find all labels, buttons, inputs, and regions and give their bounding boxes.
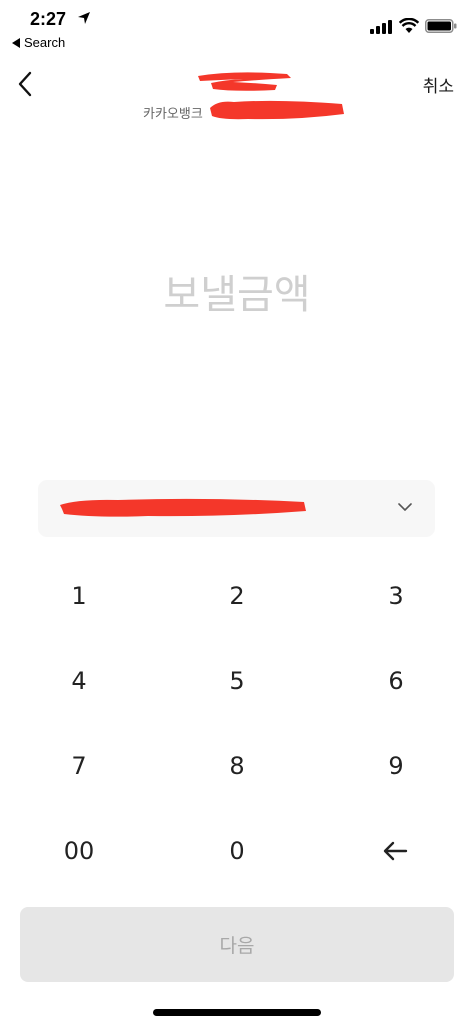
recipient-account-redaction [210,100,344,120]
keypad-key[interactable]: 0 [177,816,297,886]
keypad-key[interactable]: 8 [177,731,297,801]
account-redaction [60,498,306,517]
next-button[interactable]: 다음 [20,907,454,982]
recipient-bank-label: 카카오뱅크 [143,107,203,122]
keypad-key[interactable]: 1 [19,561,139,631]
status-bar: 2:27 Search [0,0,474,58]
chevron-down-icon [398,503,412,511]
keypad-key[interactable]: 9 [336,731,456,801]
keypad-key[interactable]: 3 [336,561,456,631]
back-chevron-icon[interactable] [12,66,42,102]
withdrawal-account-selector[interactable] [38,480,435,537]
keypad-key[interactable]: 2 [177,561,297,631]
keypad-key[interactable]: 7 [19,731,139,801]
recipient-name-redaction [198,72,291,91]
keypad-key[interactable]: 4 [19,646,139,716]
cancel-button[interactable]: 취소 [423,72,454,97]
keypad-key[interactable]: 00 [19,816,139,886]
transfer-amount-screen: 2:27 Search 취소 카카오뱅크 보낼금액 1 2 3 4 5 6 7 … [0,0,474,1026]
cellular-signal-icon [370,20,392,34]
amount-display: 보낼금액 [163,272,311,318]
location-arrow-icon [78,12,90,24]
keypad-key[interactable]: 6 [336,646,456,716]
battery-icon [425,19,457,33]
status-time: 2:27 [30,9,67,29]
backspace-key[interactable] [336,816,456,886]
back-app-label: Search [24,35,66,50]
back-to-app-link[interactable]: Search [12,35,65,50]
wifi-icon [399,18,419,33]
back-triangle-icon [12,37,20,48]
backspace-arrow-icon [383,841,408,861]
home-indicator [153,1009,321,1016]
keypad-key[interactable]: 5 [177,646,297,716]
